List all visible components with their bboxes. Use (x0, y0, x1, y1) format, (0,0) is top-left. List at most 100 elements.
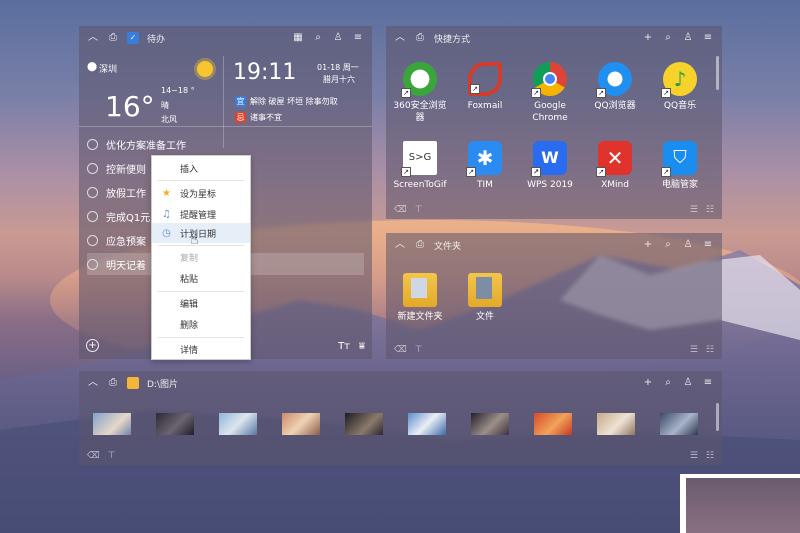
app-label: QQ音乐 (663, 101, 697, 111)
add-item-icon[interactable]: + (86, 339, 99, 352)
sort-icon[interactable]: ☰ (690, 345, 698, 355)
app-pc-manager[interactable]: ⛉ ↗ 电脑管家 (649, 141, 711, 191)
folder-icon (468, 273, 502, 307)
sort-icon[interactable]: ☰ (690, 451, 698, 461)
checkbox[interactable] (87, 186, 98, 198)
folders-panel-header: ︿ ⎙ 文件夹 + ⌕ ♙ ≡ (386, 233, 722, 257)
shortcut-arrow-icon: ↗ (531, 167, 541, 177)
chevron-up-icon[interactable]: ︿ (394, 239, 406, 251)
trash-icon[interactable]: ⌫ (394, 345, 407, 355)
picture-thumbnail[interactable] (282, 413, 320, 435)
list-view-icon[interactable]: ☷ (706, 345, 714, 355)
app-360-browser[interactable]: ↗ 360安全浏览器 (389, 62, 451, 124)
menu-item-edit[interactable]: 编辑 (152, 293, 250, 313)
filter-icon[interactable]: ⩸ (359, 341, 365, 352)
app-label: 电脑管家 (661, 180, 698, 190)
menu-item-plan-date[interactable]: ◷ 计划日期 (152, 223, 250, 243)
chevron-up-icon[interactable]: ︿ (394, 32, 406, 44)
picture-thumbnail[interactable] (597, 413, 635, 435)
menu-icon[interactable]: ≡ (352, 32, 364, 44)
menu-item-delete[interactable]: 删除 (152, 314, 250, 334)
picture-thumbnail[interactable] (156, 413, 194, 435)
trash-icon[interactable]: ⌫ (87, 451, 100, 461)
filter-icon[interactable]: ⊤ (415, 205, 423, 215)
picture-thumbnail[interactable] (219, 413, 257, 435)
checkbox[interactable] (87, 138, 98, 150)
scrollbar[interactable] (716, 403, 719, 431)
shortcut-arrow-icon: ↗ (401, 88, 411, 98)
folder-item[interactable]: 文件 (454, 273, 516, 323)
panel-title: D:\图片 (147, 379, 178, 390)
folder-item[interactable]: 新建文件夹 (389, 273, 451, 323)
shirt-icon[interactable]: ♙ (682, 32, 694, 44)
search-icon[interactable]: ⌕ (662, 377, 674, 389)
picture-thumbnail[interactable] (660, 413, 698, 435)
menu-item-paste[interactable]: 粘贴 (152, 268, 250, 288)
picture-thumbnail[interactable] (534, 413, 572, 435)
menu-item-insert[interactable]: 插入 (152, 158, 250, 178)
checkbox[interactable] (87, 162, 98, 174)
app-screentogif[interactable]: S>G ↗ ScreenToGif (389, 141, 451, 191)
sort-icon[interactable]: ☰ (690, 205, 698, 215)
shortcuts-panel-footer: ⌫ ⊤ ☰ ☷ (394, 205, 714, 215)
search-icon[interactable]: ⌕ (662, 32, 674, 44)
scrollbar[interactable] (716, 56, 719, 90)
app-google-chrome[interactable]: ↗ Google Chrome (519, 62, 581, 124)
shirt-icon[interactable]: ♙ (682, 239, 694, 251)
checkbox[interactable] (87, 258, 98, 270)
menu-item-details[interactable]: 详情 (152, 339, 250, 359)
picture-thumbnail[interactable] (408, 413, 446, 435)
plus-icon[interactable]: + (642, 239, 654, 251)
app-xmind[interactable]: ✕ ↗ XMind (584, 141, 646, 191)
shortcuts-panel: ︿ ⎙ 快捷方式 + ⌕ ♙ ≡ ↗ 360安全浏览器 ↗ Foxmail ↗ … (386, 26, 722, 219)
checkbox[interactable] (87, 234, 98, 246)
picture-thumbnail[interactable] (345, 413, 383, 435)
shirt-icon[interactable]: ♙ (332, 32, 344, 44)
search-icon[interactable]: ⌕ (312, 32, 324, 44)
app-qq-music[interactable]: ♪ ↗ QQ音乐 (649, 62, 711, 112)
app-wps[interactable]: W ↗ WPS 2019 (519, 141, 581, 191)
app-foxmail[interactable]: ↗ Foxmail (454, 62, 516, 112)
pin-icon[interactable]: ⎙ (107, 32, 119, 44)
list-view-icon[interactable]: ☷ (706, 205, 714, 215)
shortcuts-panel-header: ︿ ⎙ 快捷方式 + ⌕ ♙ ≡ (386, 26, 722, 50)
qq-browser-icon: ↗ (596, 62, 632, 98)
app-tim[interactable]: ✱ ↗ TIM (454, 141, 516, 191)
pin-icon[interactable]: ⎙ (414, 239, 426, 251)
menu-icon[interactable]: ≡ (702, 377, 714, 389)
checkbox[interactable] (87, 210, 98, 222)
app-label: QQ浏览器 (594, 101, 636, 111)
filter-icon[interactable]: ⊤ (108, 451, 116, 461)
picture-thumbnail[interactable] (93, 413, 131, 435)
plus-icon[interactable]: + (642, 377, 654, 389)
menu-item-star[interactable]: ★ 设为星标 (152, 183, 250, 203)
app-label: 360安全浏览器 (393, 101, 447, 123)
filter-icon[interactable]: ⊤ (415, 345, 423, 355)
hand-cursor-icon: ☝ (190, 232, 199, 248)
location-pin-icon: ⬤ (87, 62, 98, 72)
pin-icon[interactable]: ⎙ (414, 32, 426, 44)
app-qq-browser[interactable]: ↗ QQ浏览器 (584, 62, 646, 112)
plus-icon[interactable]: + (642, 32, 654, 44)
shortcut-arrow-icon: ↗ (661, 88, 671, 98)
picture-thumbnail[interactable] (471, 413, 509, 435)
folder-icon (127, 377, 139, 389)
temperature-range: 14~18 ° (161, 86, 195, 95)
list-view-icon[interactable]: ☷ (706, 451, 714, 461)
calendar-icon[interactable]: ▦ (292, 32, 304, 44)
divider (79, 126, 372, 127)
search-icon[interactable]: ⌕ (662, 239, 674, 251)
chevron-up-icon[interactable]: ︿ (87, 377, 99, 389)
shirt-icon[interactable]: ♙ (682, 377, 694, 389)
menu-item-reminder[interactable]: ♫ 提醒管理 (152, 204, 250, 224)
screentogif-icon: S>G ↗ (401, 141, 437, 177)
text-format-icon[interactable]: Tт (338, 341, 350, 352)
chevron-up-icon[interactable]: ︿ (87, 32, 99, 44)
todo-item[interactable]: 优化方案准备工作 (87, 133, 364, 155)
foxmail-icon: ↗ (468, 62, 502, 96)
menu-icon[interactable]: ≡ (702, 239, 714, 251)
trash-icon[interactable]: ⌫ (394, 205, 407, 215)
pin-icon[interactable]: ⎙ (107, 377, 119, 389)
menu-icon[interactable]: ≡ (702, 32, 714, 44)
app-label: TIM (477, 180, 493, 190)
